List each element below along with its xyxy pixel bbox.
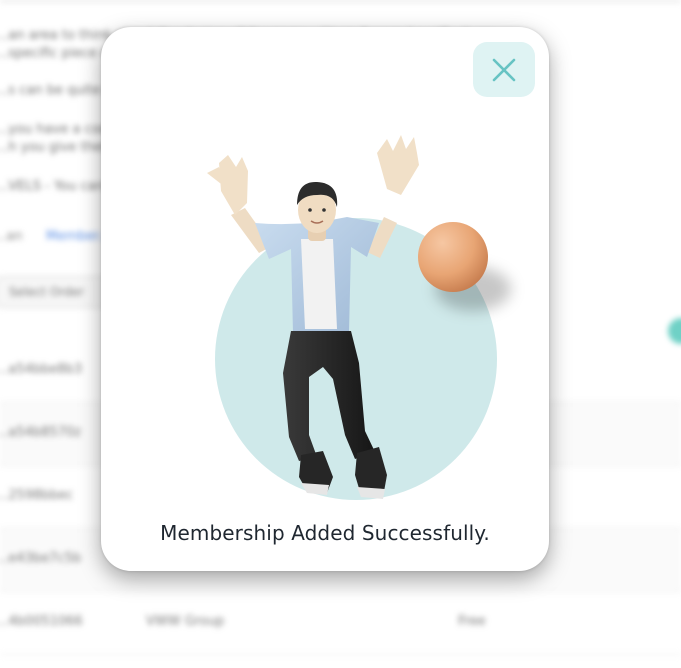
success-message: Membership Added Successfully.	[160, 521, 490, 545]
row-id: ...2598bbec	[0, 488, 74, 503]
row-id: ...e43be7c5b	[0, 551, 82, 566]
celebrating-person-illustration	[207, 135, 511, 500]
select-order-dropdown: Select Order	[0, 276, 112, 308]
row-status: Free	[458, 614, 486, 629]
row-id: ...4b0051066	[0, 614, 83, 629]
top-rule	[0, 0, 681, 2]
table-row: ...4b0051066 VWW Group Free	[0, 592, 681, 655]
row-id: ...a54bbe8b3	[0, 362, 83, 377]
success-modal: Membership Added Successfully.	[101, 27, 549, 571]
background-tab: ...an	[0, 229, 23, 244]
row-name: VWW Group	[146, 614, 225, 629]
row-id: ...a54b8570z	[0, 425, 82, 440]
